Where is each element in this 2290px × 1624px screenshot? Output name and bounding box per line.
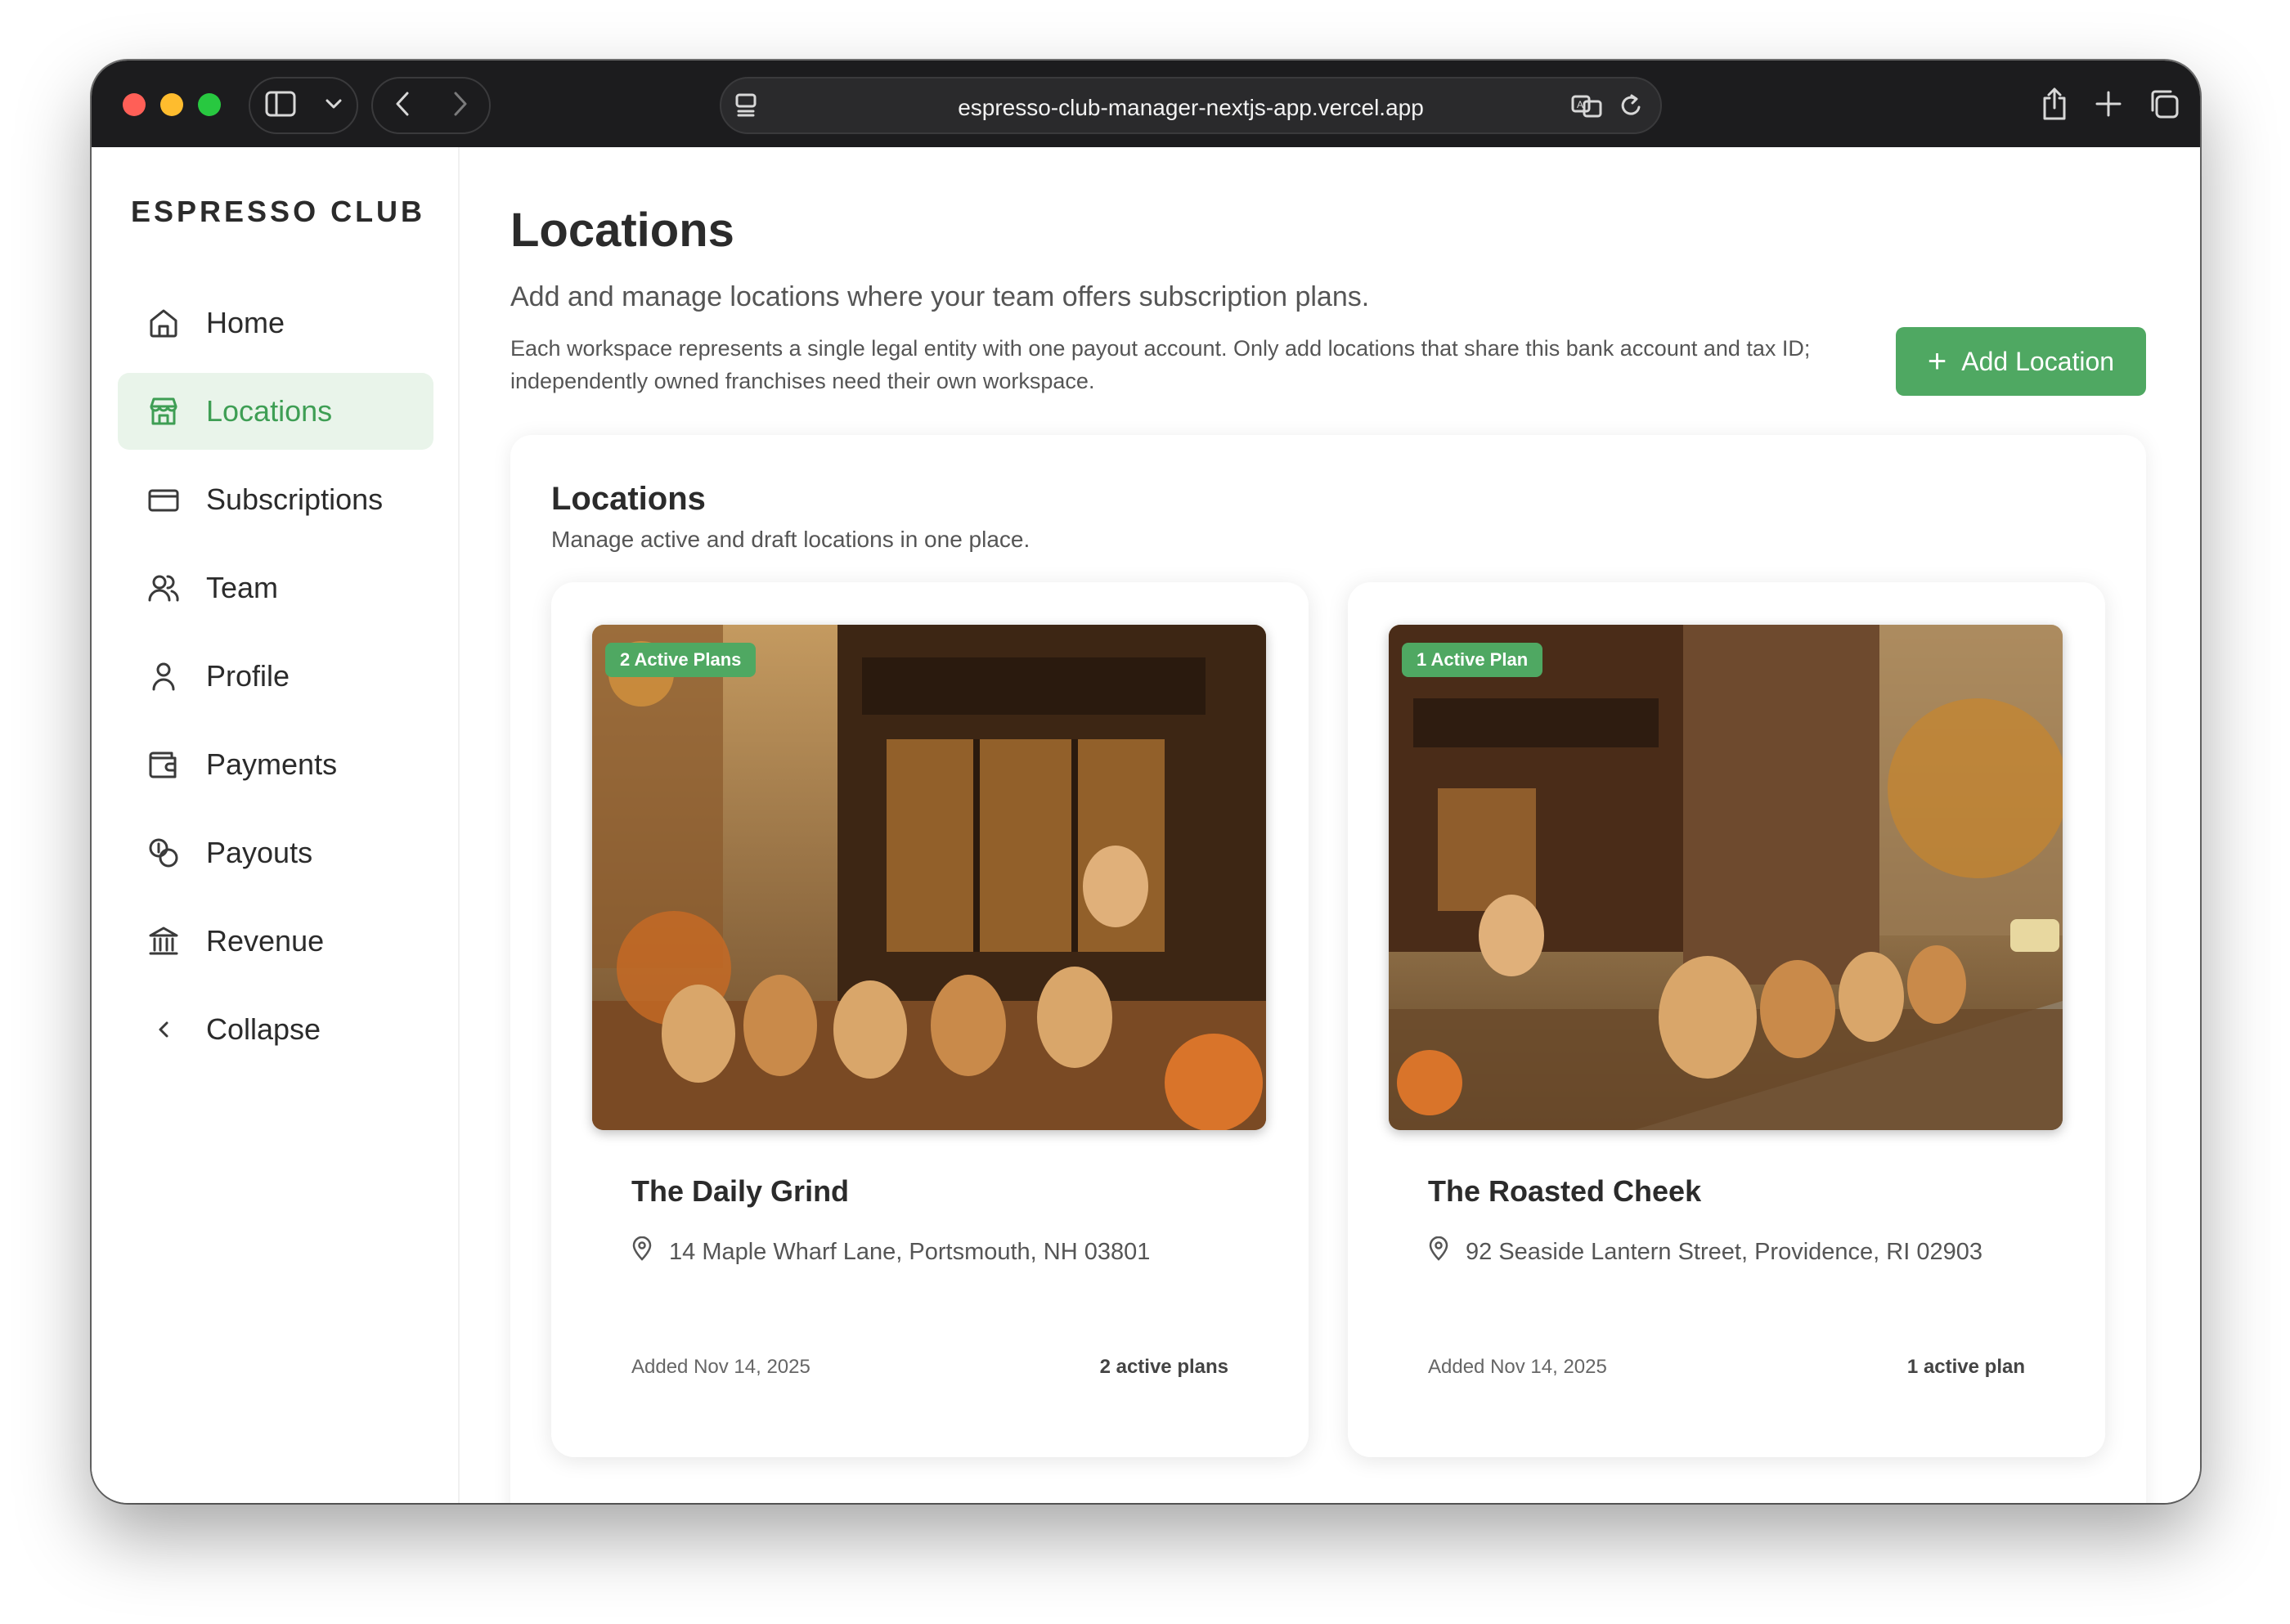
sidebar-toggle-group[interactable]	[249, 77, 358, 134]
add-location-label: Add Location	[1961, 346, 2115, 376]
location-added-date: Added Nov 14, 2025	[1428, 1356, 1607, 1378]
sidebar-item-collapse[interactable]: Collapse	[118, 991, 433, 1068]
sidebar-item-label: Profile	[206, 659, 290, 693]
location-address: 92 Seaside Lantern Street, Providence, R…	[1428, 1236, 1982, 1267]
sidebar-item-label: Payments	[206, 747, 338, 781]
browser-window: espresso-club-manager-nextjs-app.vercel.…	[92, 61, 2200, 1503]
sidebar-item-subscriptions[interactable]: Subscriptions	[118, 461, 433, 538]
sidebar-item-team[interactable]: Team	[118, 550, 433, 626]
maximize-window-button[interactable]	[198, 93, 221, 116]
url-text: espresso-club-manager-nextjs-app.vercel.…	[958, 95, 1424, 120]
svg-text:A: A	[1577, 99, 1583, 110]
location-image: 1 Active Plan	[1389, 625, 2063, 1130]
active-plans-badge: 2 Active Plans	[605, 643, 757, 677]
address-bar[interactable]: espresso-club-manager-nextjs-app.vercel.…	[720, 77, 1662, 134]
translate-icon[interactable]: A	[1570, 92, 1603, 124]
back-icon[interactable]	[395, 91, 410, 121]
forward-icon[interactable]	[453, 91, 468, 121]
sidebar-item-label: Team	[206, 571, 279, 604]
card-icon	[146, 482, 182, 518]
location-image: 2 Active Plans	[592, 625, 1266, 1130]
active-plans-badge: 1 Active Plan	[1402, 643, 1543, 677]
panel-subtitle: Manage active and draft locations in one…	[551, 527, 1030, 552]
location-address-text: 92 Seaside Lantern Street, Providence, R…	[1466, 1238, 1982, 1265]
plus-icon: +	[1927, 343, 1947, 379]
sidebar-item-home[interactable]: Home	[118, 285, 433, 361]
location-name: The Roasted Cheek	[1428, 1174, 1702, 1208]
sidebar-item-label: Locations	[206, 394, 333, 428]
sidebar-item-label: Subscriptions	[206, 482, 384, 516]
minimize-window-button[interactable]	[160, 93, 183, 116]
sidebar-item-payments[interactable]: Payments	[118, 726, 433, 803]
location-address-text: 14 Maple Wharf Lane, Portsmouth, NH 0380…	[669, 1238, 1151, 1265]
page-subtitle: Add and manage locations where your team…	[510, 281, 1370, 312]
brand-logo: ESPRESSO CLUB	[131, 195, 426, 228]
tab-overview-icon[interactable]	[2148, 87, 2180, 124]
sidebar-toggle-icon[interactable]	[264, 90, 297, 122]
close-window-button[interactable]	[123, 93, 146, 116]
page-note: Each workspace represents a single legal…	[510, 336, 1811, 393]
sidebar-item-label: Payouts	[206, 836, 313, 869]
history-nav-group	[371, 77, 491, 134]
location-added-date: Added Nov 14, 2025	[631, 1356, 810, 1378]
bank-icon	[146, 923, 182, 959]
sidebar-item-label: Home	[206, 306, 285, 339]
location-plan-count: 1 active plan	[1906, 1356, 2025, 1378]
store-icon	[146, 393, 182, 429]
panel-title: Locations	[551, 481, 706, 517]
locations-panel: Locations Manage active and draft locati…	[510, 435, 2146, 1503]
map-pin-icon	[1428, 1236, 1449, 1267]
location-card[interactable]: 1 Active Plan The Roasted Cheek 92 Seasi…	[1348, 582, 2105, 1457]
sidebar-item-profile[interactable]: Profile	[118, 638, 433, 715]
user-icon	[146, 658, 182, 694]
users-icon	[146, 570, 182, 606]
sidebar-item-payouts[interactable]: Payouts	[118, 814, 433, 891]
wallet-icon	[146, 747, 182, 783]
sidebar-item-label: Revenue	[206, 924, 325, 958]
chevron-left-icon	[146, 1012, 182, 1048]
browser-toolbar: espresso-club-manager-nextjs-app.vercel.…	[92, 61, 2200, 147]
add-location-button[interactable]: + Add Location	[1896, 327, 2146, 396]
sidebar-item-locations[interactable]: Locations	[118, 373, 433, 450]
chevron-down-icon[interactable]	[325, 98, 343, 114]
location-card[interactable]: 2 Active Plans The Daily Grind 14 Maple …	[551, 582, 1309, 1457]
location-address: 14 Maple Wharf Lane, Portsmouth, NH 0380…	[631, 1236, 1150, 1267]
sidebar-nav: Home Locations Subscriptions Team Profil…	[118, 285, 433, 1079]
sidebar: ESPRESSO CLUB Home Locations Subscriptio…	[92, 147, 460, 1503]
map-pin-icon	[631, 1236, 653, 1267]
new-tab-icon[interactable]	[2094, 89, 2123, 123]
page-title: Locations	[510, 204, 734, 257]
location-plan-count: 2 active plans	[1099, 1356, 1228, 1378]
sidebar-item-revenue[interactable]: Revenue	[118, 903, 433, 980]
location-name: The Daily Grind	[631, 1174, 850, 1208]
app-content: ESPRESSO CLUB Home Locations Subscriptio…	[92, 147, 2200, 1503]
home-icon	[146, 305, 182, 341]
coins-icon	[146, 835, 182, 871]
share-icon[interactable]	[2040, 87, 2069, 125]
sidebar-item-label: Collapse	[206, 1012, 321, 1046]
reload-icon[interactable]	[1619, 92, 1644, 124]
